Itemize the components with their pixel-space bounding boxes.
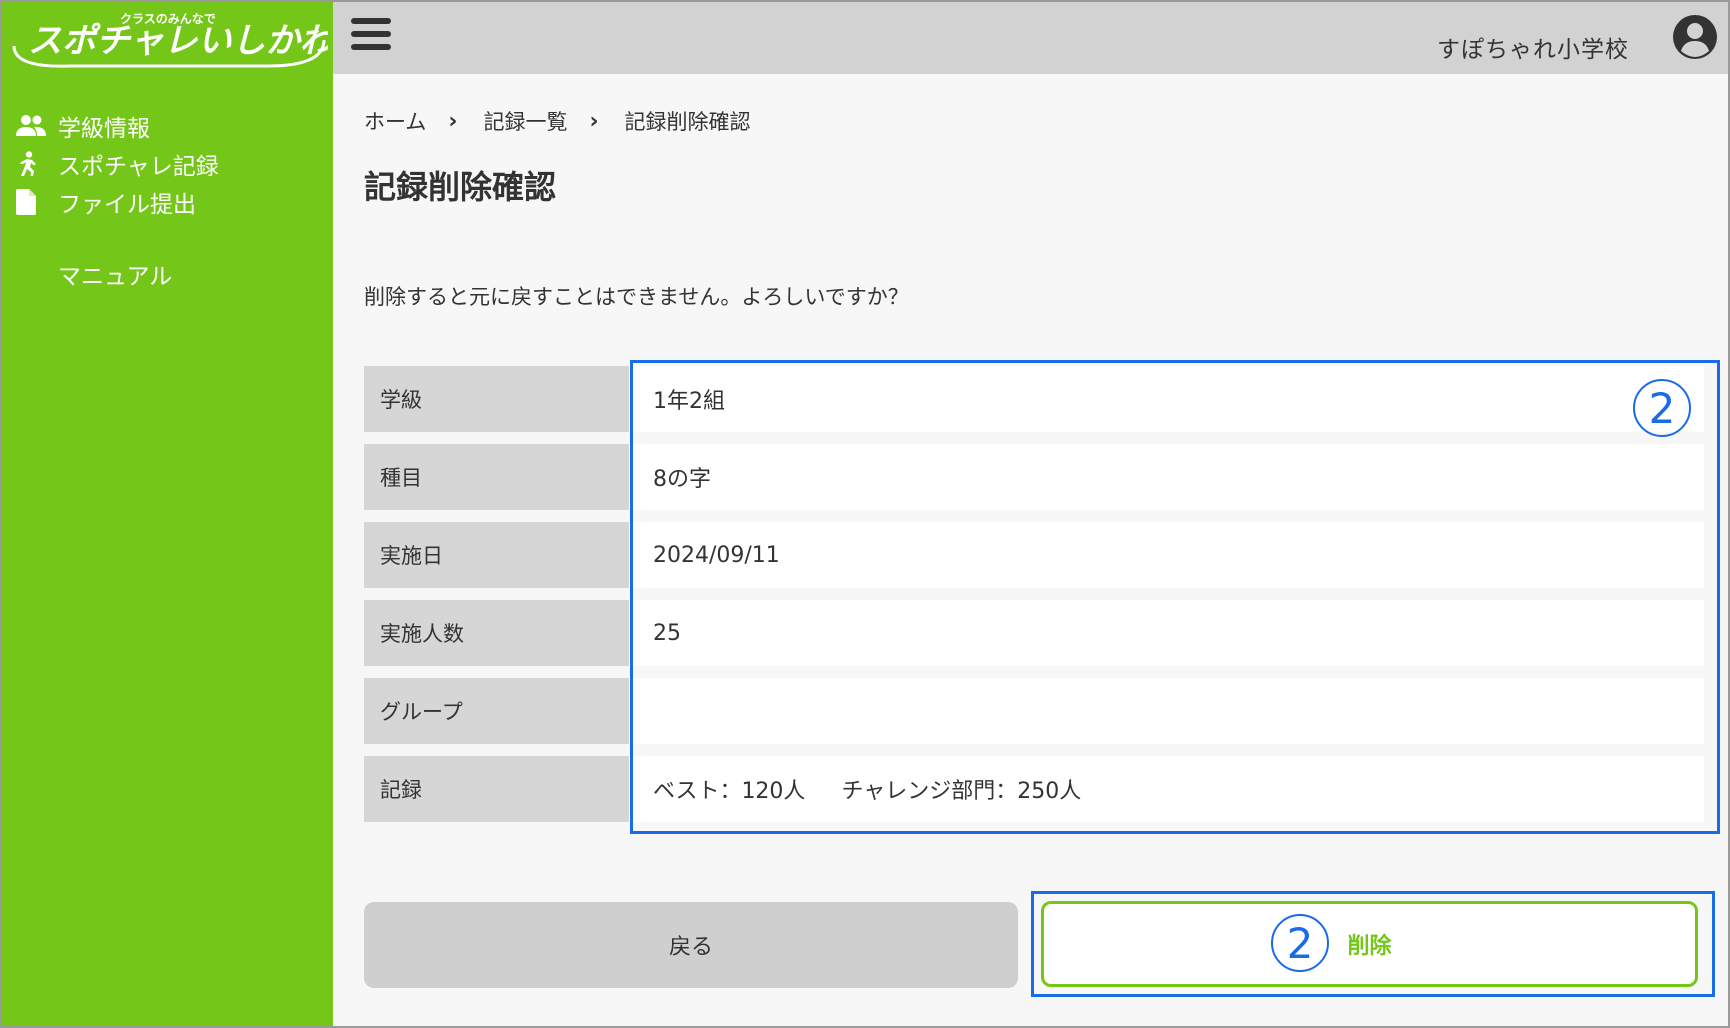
user-avatar-icon[interactable] <box>1672 14 1718 60</box>
sidebar-item-manual[interactable]: マニュアル <box>16 255 219 293</box>
row-value: 2024/09/11 <box>629 522 1704 588</box>
record-challenge: チャレンジ部門：250人 <box>841 779 1082 804</box>
sidebar: クラスのみんなで スポチャレいしかわ 学級情報 スポチャレ記録 ファイル提出 マ… <box>2 2 337 1026</box>
row-value: 25 <box>629 600 1704 666</box>
sidebar-item-spochare-record[interactable]: スポチャレ記録 <box>16 145 219 183</box>
sidebar-nav: 学級情報 スポチャレ記録 ファイル提出 マニュアル <box>16 107 219 293</box>
school-name: すぽちゃれ小学校 <box>1437 37 1629 63</box>
users-icon <box>16 114 58 138</box>
annotation-marker-button: 2 <box>1271 914 1329 972</box>
sidebar-item-label: 学級情報 <box>58 116 150 142</box>
table-row: 実施日 2024/09/11 <box>364 522 1704 588</box>
runner-icon <box>16 151 58 177</box>
table-row: 学級 1年2組 <box>364 366 1704 432</box>
page-title: 記録削除確認 <box>364 168 557 206</box>
svg-text:スポチャレいしかわ: スポチャレいしかわ <box>28 21 328 61</box>
row-label: 学級 <box>364 366 629 432</box>
breadcrumb: ホーム › 記録一覧 › 記録削除確認 <box>364 106 751 136</box>
row-label: 実施人数 <box>364 600 629 666</box>
table-row: 種目 8の字 <box>364 444 1704 510</box>
row-label: グループ <box>364 678 629 744</box>
delete-button[interactable]: 削除 <box>1041 901 1698 987</box>
table-row: 実施人数 25 <box>364 600 1704 666</box>
top-header: すぽちゃれ小学校 <box>333 2 1728 74</box>
table-row: 記録 ベスト：120人 チャレンジ部門：250人 <box>364 756 1704 822</box>
logo-graphic: クラスのみんなで スポチャレいしかわ <box>12 12 337 68</box>
breadcrumb-record-list[interactable]: 記録一覧 <box>483 106 567 136</box>
row-label: 記録 <box>364 756 629 822</box>
row-label: 実施日 <box>364 522 629 588</box>
table-row: グループ <box>364 678 1704 744</box>
back-button[interactable]: 戻る <box>364 902 1018 988</box>
sidebar-item-class-info[interactable]: 学級情報 <box>16 107 219 145</box>
row-label: 種目 <box>364 444 629 510</box>
sidebar-item-label: マニュアル <box>58 264 173 290</box>
record-best: ベスト：120人 <box>653 779 806 804</box>
row-value: 1年2組 <box>629 366 1704 432</box>
app-frame: クラスのみんなで スポチャレいしかわ 学級情報 スポチャレ記録 ファイル提出 マ… <box>0 0 1730 1028</box>
breadcrumb-home[interactable]: ホーム <box>364 106 426 136</box>
confirm-message: 削除すると元に戻すことはできません。よろしいですか？ <box>364 285 909 309</box>
sidebar-item-file-submit[interactable]: ファイル提出 <box>16 183 219 221</box>
chevron-right-icon: › <box>448 108 458 134</box>
sidebar-item-label: スポチャレ記録 <box>58 154 219 180</box>
record-detail-table: 学級 1年2組 種目 8の字 実施日 2024/09/11 実施人数 25 グル… <box>364 366 1704 834</box>
app-logo[interactable]: クラスのみんなで スポチャレいしかわ <box>10 6 337 68</box>
row-value: 8の字 <box>629 444 1704 510</box>
main-content: ホーム › 記録一覧 › 記録削除確認 記録削除確認 削除すると元に戻すことはで… <box>333 74 1728 1026</box>
row-value <box>629 678 1704 744</box>
sidebar-item-label: ファイル提出 <box>58 192 196 218</box>
chevron-right-icon: › <box>589 108 599 134</box>
delete-button-label: 削除 <box>1347 934 1392 959</box>
breadcrumb-current: 記録削除確認 <box>624 110 751 134</box>
file-icon <box>16 189 58 215</box>
annotation-marker-table: 2 <box>1633 379 1691 437</box>
hamburger-menu-icon[interactable] <box>351 18 391 54</box>
row-value: ベスト：120人 チャレンジ部門：250人 <box>629 756 1704 822</box>
